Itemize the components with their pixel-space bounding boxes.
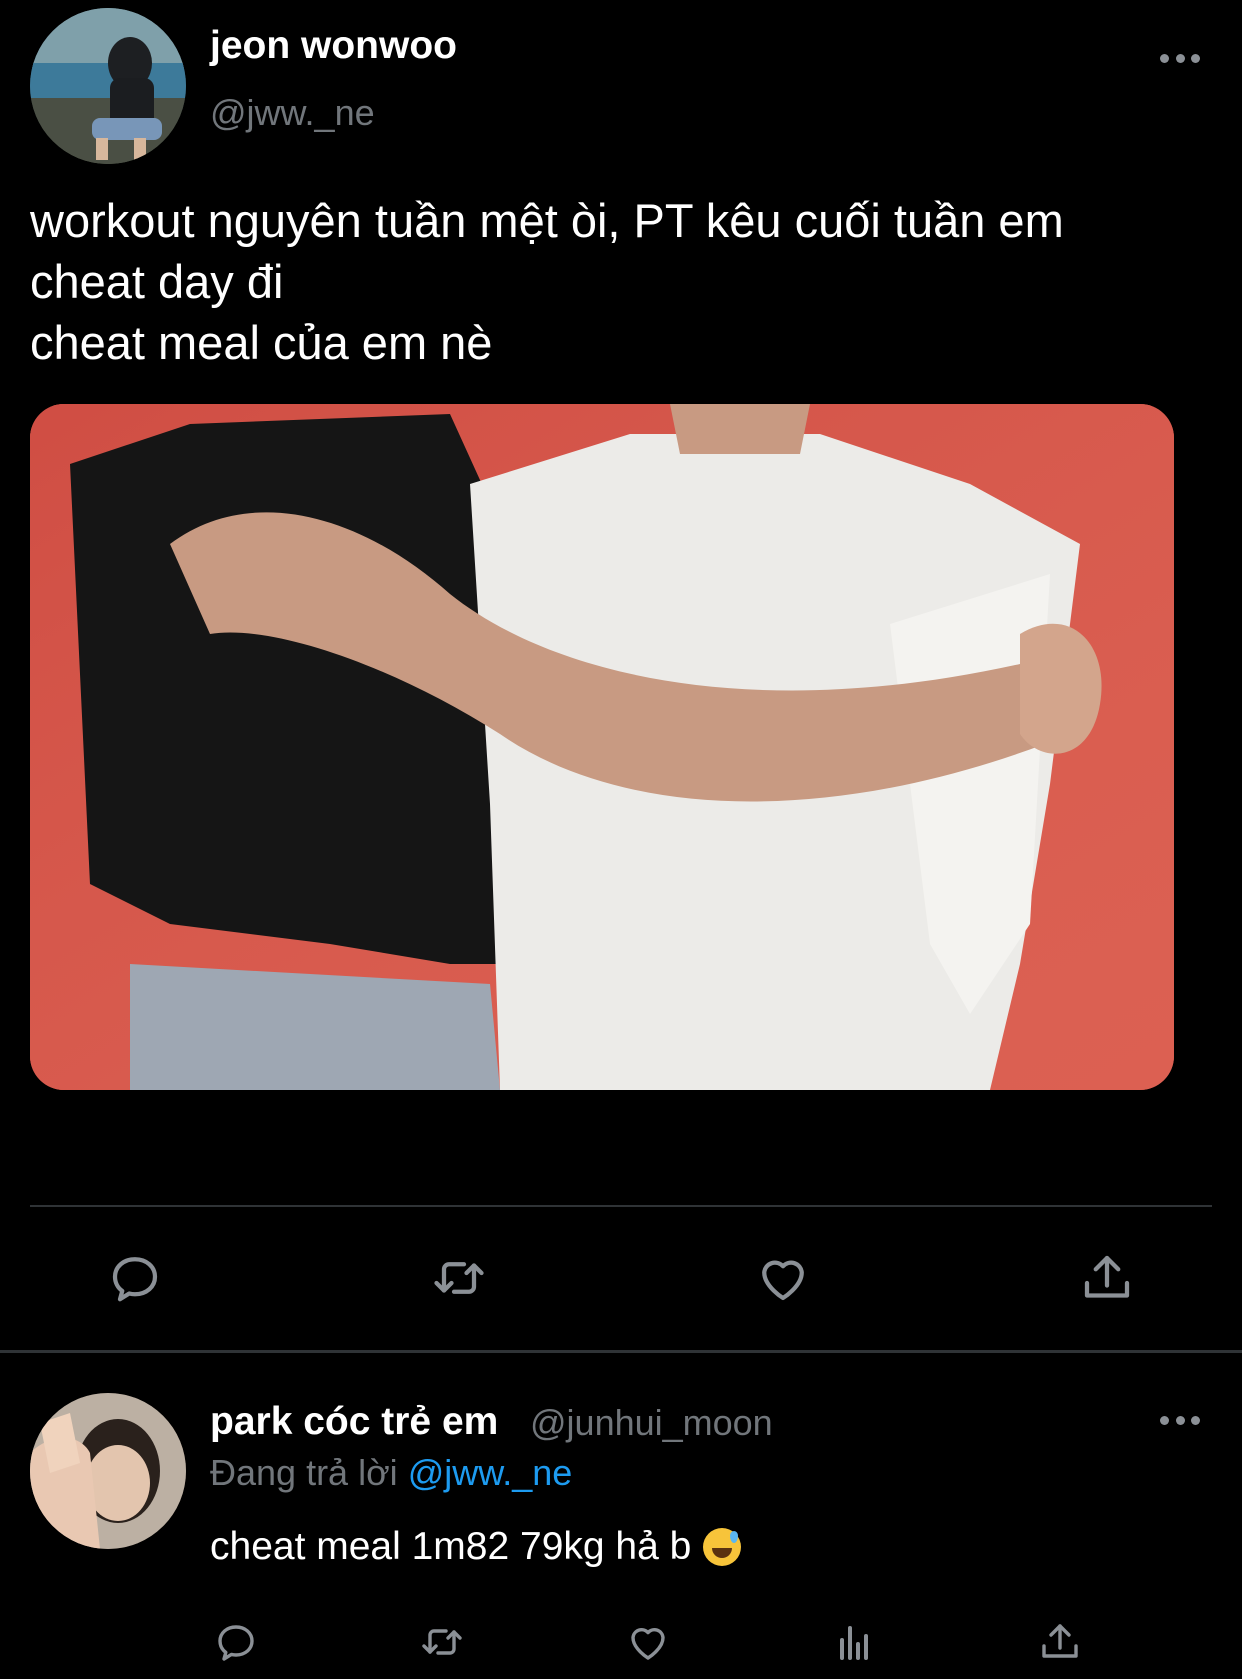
author-avatar[interactable]	[30, 8, 186, 164]
like-button[interactable]	[620, 1614, 676, 1670]
reply-text-row: cheat meal 1m82 79kg hả b	[210, 1525, 742, 1569]
like-button[interactable]	[748, 1243, 818, 1313]
retweet-button[interactable]	[424, 1243, 494, 1313]
reply-text: cheat meal 1m82 79kg hả b	[210, 1525, 692, 1568]
retweet-button[interactable]	[414, 1614, 470, 1670]
reply-author-avatar[interactable]	[30, 1393, 186, 1549]
like-icon	[762, 1260, 804, 1301]
retweet-icon	[434, 1262, 484, 1294]
replying-to-mention[interactable]: @jww._ne	[408, 1452, 573, 1493]
replying-to: Đang trả lời @jww._ne	[210, 1452, 572, 1494]
retweet-icon	[422, 1629, 462, 1655]
reply-author-handle[interactable]: @junhui_moon	[530, 1402, 773, 1444]
reply-button[interactable]	[208, 1614, 264, 1670]
reply-author-name[interactable]: park cóc trẻ em	[210, 1400, 498, 1444]
share-icon	[1042, 1624, 1078, 1658]
more-options-icon[interactable]	[1160, 1400, 1200, 1440]
reply-icon	[218, 1625, 254, 1661]
reply-icon	[112, 1257, 158, 1302]
author-handle[interactable]: @jww._ne	[210, 92, 375, 134]
like-icon	[631, 1628, 665, 1660]
replying-to-label: Đang trả lời	[210, 1452, 398, 1493]
divider	[0, 1350, 1242, 1353]
author-name[interactable]: jeon wonwoo	[210, 24, 457, 68]
reply-button[interactable]	[100, 1243, 170, 1313]
grinning-sweat-emoji-icon	[703, 1528, 742, 1566]
tweet-text: workout nguyên tuần mệt òi, PT kêu cuối …	[30, 194, 1064, 369]
tweet-media-image[interactable]	[30, 404, 1174, 1090]
views-button[interactable]	[826, 1614, 882, 1670]
views-icon	[840, 1626, 868, 1660]
divider	[30, 1205, 1212, 1207]
share-icon	[1084, 1255, 1130, 1298]
more-options-icon[interactable]	[1160, 38, 1200, 78]
share-button[interactable]	[1032, 1614, 1088, 1670]
share-button[interactable]	[1072, 1243, 1142, 1313]
